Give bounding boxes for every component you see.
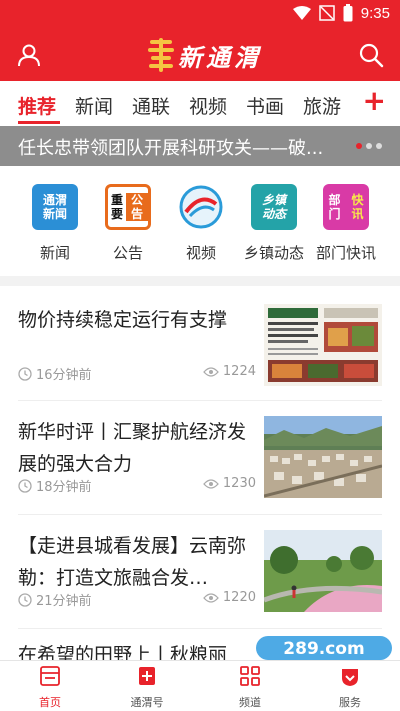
quick-item-dept-news[interactable]: 部门 快讯 部门快讯 [306,184,386,263]
banner-dot [356,143,362,149]
nav-channel[interactable]: 频道 [215,665,285,710]
channel-tab-bar: 推荐 新闻 通联 视频 书画 旅游 + [0,81,400,126]
quick-label: 视频 [185,244,216,262]
status-time: 9:35 [360,4,390,22]
news-thumbnail-newspaper [264,304,382,386]
dept-news-icon: 部门 快讯 [323,184,369,230]
eye-icon [203,478,219,489]
news-thumbnail-park [264,530,382,612]
banner-dot [376,143,382,149]
news-views: 1224 [222,364,256,379]
status-icons: 9:35 [292,4,390,22]
quick-label: 新闻 [39,244,70,262]
quick-nav: 通渭 新闻 新闻 重要 公告 公告 视频 乡镇 动态 乡镇动态 部门 快讯 部门快讯 [0,166,400,276]
no-signal-icon [319,5,335,21]
video-icon [178,184,224,230]
nav-label: 频道 [239,696,261,709]
grid-icon [240,666,260,686]
nav-home[interactable]: 首页 [15,665,85,710]
section-divider [0,276,400,286]
nav-label: 服务 [339,696,361,709]
nav-label: 通渭号 [130,696,164,709]
tab-video[interactable]: 视频 [189,92,227,119]
add-channel-button[interactable]: + [363,87,386,115]
nav-service[interactable]: 服务 [315,665,385,710]
active-tab-indicator [18,121,60,124]
headline-banner[interactable]: 任长忠带领团队开展科研攻关——破... [0,126,400,166]
status-bar: 9:35 [0,0,400,28]
quick-label: 公告 [112,244,143,262]
news-icon: 通渭 新闻 [32,184,78,230]
clock-icon [18,478,32,493]
tab-recommend[interactable]: 推荐 [18,92,56,119]
news-title: 物价持续稳定运行有支撑 [18,309,228,331]
plus-doc-icon [139,667,155,685]
news-separator [18,514,382,515]
banner-pagination [356,143,382,149]
news-views: 1230 [222,476,256,491]
news-separator [18,400,382,401]
tab-travel[interactable]: 旅游 [303,92,341,119]
app-logo-text: 新通渭 [178,42,262,72]
wifi-icon [292,6,311,20]
home-icon [40,666,60,686]
news-time: 21分钟前 [36,594,92,609]
nav-label: 首页 [39,696,61,709]
news-item[interactable]: 物价持续稳定运行有支撑 16分钟前 1224 [0,290,400,402]
quick-item-town-news[interactable]: 乡镇 动态 乡镇动态 [234,184,314,263]
app-header: 新通渭 [0,28,400,81]
quick-label: 部门快讯 [315,244,376,262]
eye-icon [203,366,219,377]
quick-label: 乡镇动态 [243,244,304,262]
banner-title: 任长忠带领团队开展科研攻关——破... [18,138,324,159]
battery-icon [343,4,353,22]
bottom-nav: 首页 通渭号 频道 服务 [0,660,400,711]
news-views: 1220 [222,590,256,605]
news-thumbnail-city [264,416,382,498]
news-item[interactable]: 新华时评丨汇聚护航经济发展的强大合力 18分钟前 1230 [0,402,400,514]
clock-icon [18,592,32,607]
news-title: 【走进县城看发展】云南弥勒：打造文旅融合发… [18,535,247,589]
user-icon[interactable] [16,42,42,68]
news-separator [18,628,382,629]
search-icon[interactable] [358,42,384,68]
eye-icon [203,592,219,603]
notice-icon: 重要 公告 [105,184,151,230]
news-time: 16分钟前 [36,368,92,383]
app-logo: 新通渭 [146,36,262,74]
svg-text:289.com: 289.com [283,639,364,659]
quick-item-video[interactable]: 视频 [161,184,241,263]
logo-mark [148,38,174,72]
banner-dot [366,143,372,149]
service-icon [342,669,358,686]
news-title: 新华时评丨汇聚护航经济发展的强大合力 [18,421,247,475]
tab-news[interactable]: 新闻 [75,92,113,119]
tab-tonglian[interactable]: 通联 [132,92,170,119]
tab-painting[interactable]: 书画 [246,92,284,119]
town-news-icon: 乡镇 动态 [251,184,297,230]
news-time: 18分钟前 [36,480,92,495]
quick-item-notice[interactable]: 重要 公告 公告 [88,184,168,263]
nav-tongwei-hao[interactable]: 通渭号 [112,665,182,710]
clock-icon [18,366,32,381]
news-item[interactable]: 【走进县城看发展】云南弥勒：打造文旅融合发… 21分钟前 1220 [0,516,400,628]
quick-item-news[interactable]: 通渭 新闻 新闻 [15,184,95,263]
